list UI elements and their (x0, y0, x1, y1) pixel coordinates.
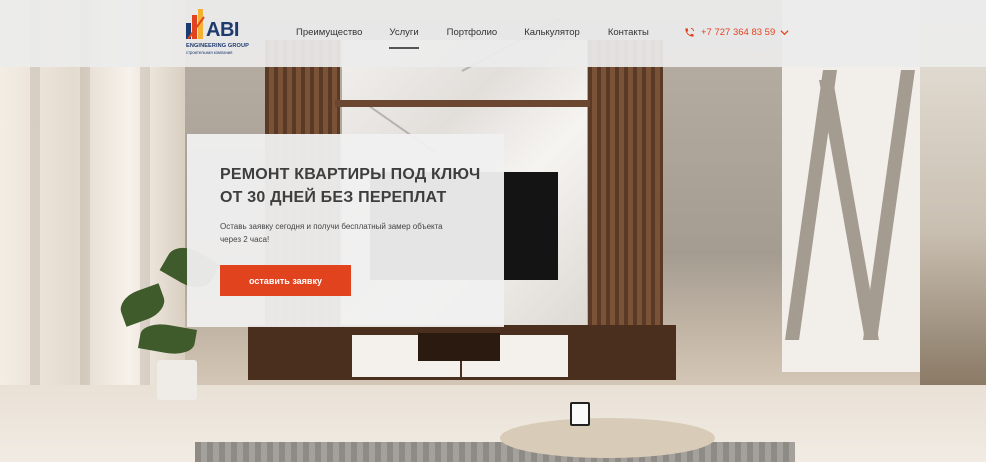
nav-item-calculator[interactable]: Калькулятор (524, 27, 580, 38)
main-nav: Преимущество Услуги Портфолио Калькулято… (296, 27, 649, 49)
mug (570, 402, 590, 426)
phone-number: +7 727 364 83 59 (701, 27, 776, 38)
hero-title-line2: ОТ 30 ДНЕЙ БЕЗ ПЕРЕПЛАТ (220, 189, 447, 206)
site-header: ABI ENGINEERING GROUP строительная компа… (0, 0, 986, 67)
wood-slat-panel (588, 40, 663, 325)
nav-item-portfolio[interactable]: Портфолио (447, 27, 498, 38)
logo-tagline: строительная компания (186, 50, 233, 55)
chevron-down-icon[interactable] (780, 28, 789, 37)
logo[interactable]: ABI ENGINEERING GROUP строительная компа… (186, 9, 249, 59)
wall-shelf (335, 100, 590, 107)
phone-contact[interactable]: +7 727 364 83 59 (684, 27, 789, 38)
hero-title: РЕМОНТ КВАРТИРЫ ПОД КЛЮЧ ОТ 30 ДНЕЙ БЕЗ … (220, 163, 500, 209)
hero-card: РЕМОНТ КВАРТИРЫ ПОД КЛЮЧ ОТ 30 ДНЕЙ БЕЗ … (187, 134, 504, 327)
nav-item-services[interactable]: Услуги (389, 27, 419, 49)
hero-title-line1: РЕМОНТ КВАРТИРЫ ПОД КЛЮЧ (220, 166, 481, 183)
logo-bars-icon (186, 9, 205, 39)
plant-pot (157, 360, 197, 400)
nav-item-contacts[interactable]: Контакты (608, 27, 649, 38)
partition-cutout (863, 70, 915, 340)
cabinet-niche (418, 333, 500, 361)
hero-subtitle: Оставь заявку сегодня и получи бесплатны… (220, 222, 443, 244)
nav-item-advantages[interactable]: Преимущество (296, 27, 362, 38)
logo-name: ABI (206, 19, 239, 41)
logo-subtitle: ENGINEERING GROUP (186, 43, 249, 49)
coffee-table (500, 418, 715, 458)
submit-request-button[interactable]: оставить заявку (220, 265, 351, 296)
phone-icon (685, 27, 695, 37)
